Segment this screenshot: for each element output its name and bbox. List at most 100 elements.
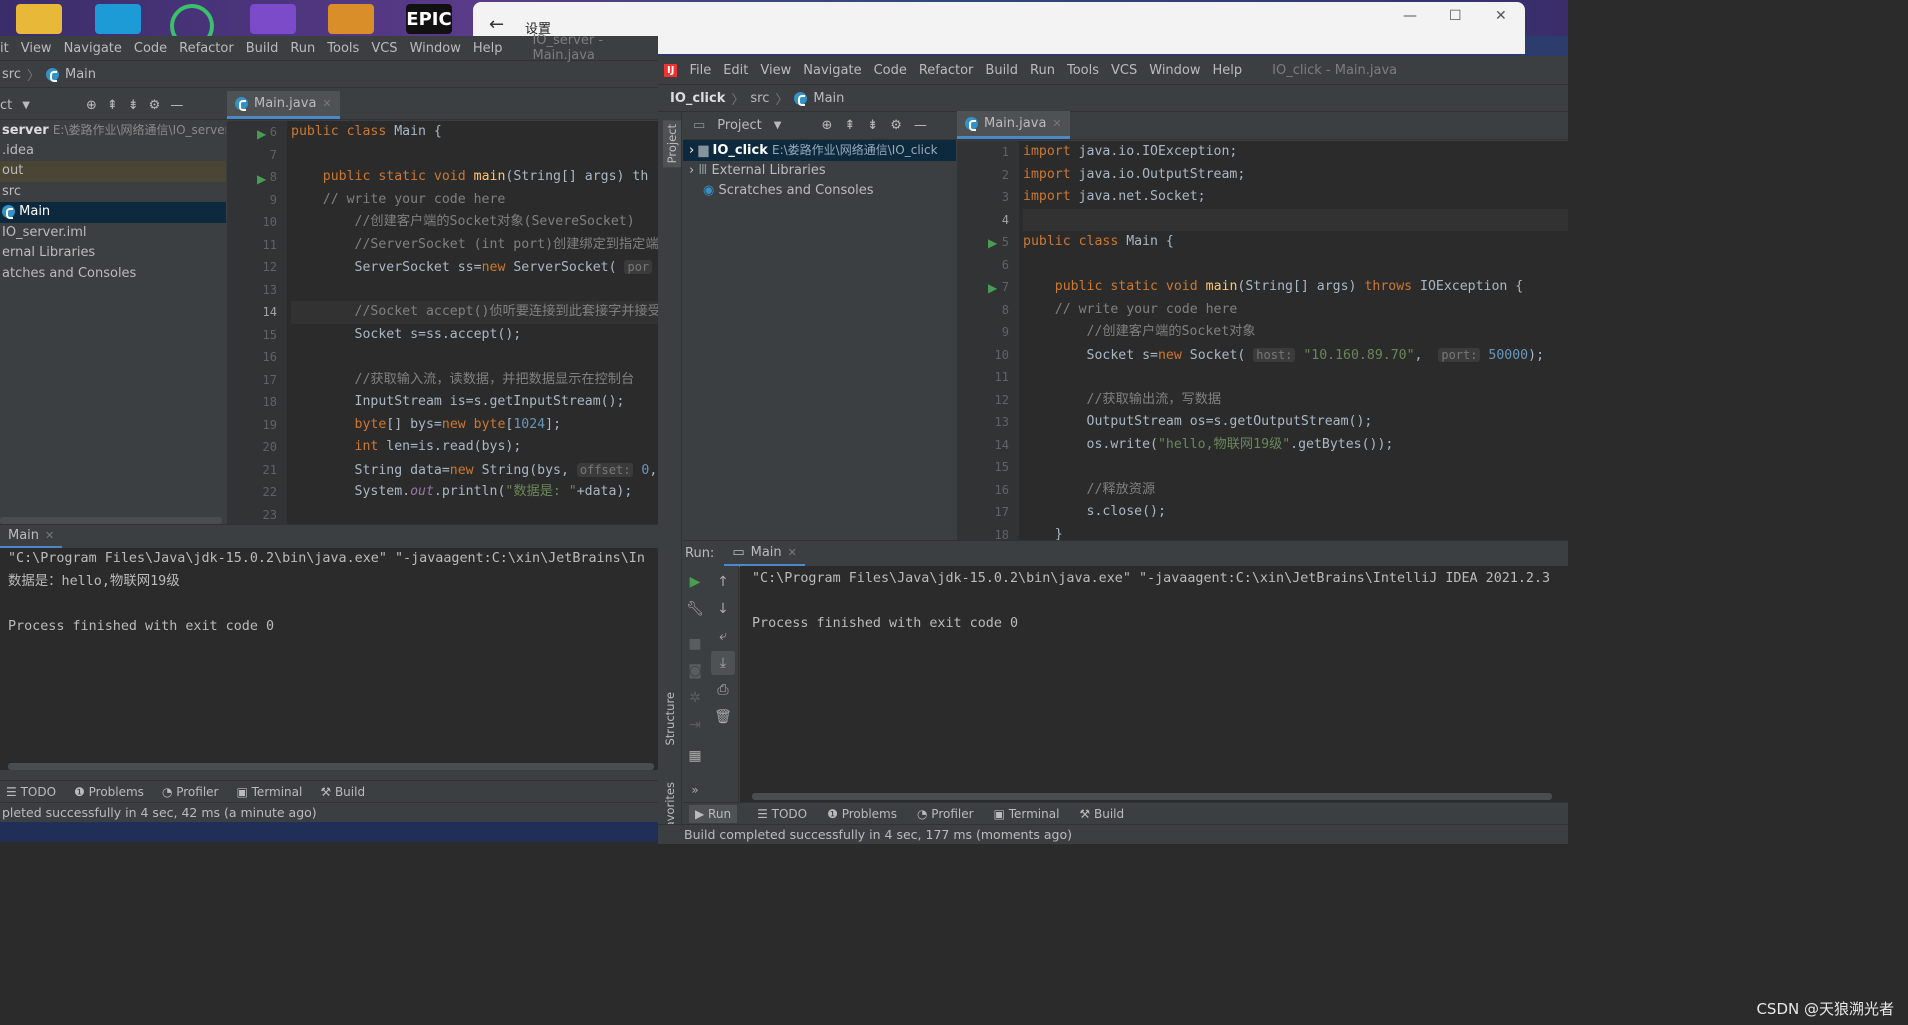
menu-run[interactable]: Run xyxy=(284,41,321,56)
project-tool-button[interactable]: Project xyxy=(663,120,681,168)
menu-help[interactable]: Help xyxy=(467,41,509,56)
tree-item-scratches[interactable]: atches and Consoles xyxy=(0,264,226,285)
run-main-icon[interactable]: ▶ xyxy=(988,281,997,295)
tree-item-project-root[interactable]: › ▆ IO_click E:\娄路作业\网络通信\IO_click xyxy=(683,140,956,161)
visual-studio-icon[interactable] xyxy=(250,4,296,34)
build-tab[interactable]: ⚒ Build xyxy=(1079,807,1124,821)
tab-main-java[interactable]: Main.java ✕ xyxy=(957,111,1070,139)
menu-help[interactable]: Help xyxy=(1207,63,1249,78)
up-arrow-icon[interactable]: ↑ xyxy=(711,570,735,594)
hide-icon[interactable]: — xyxy=(170,98,183,113)
maximize-button[interactable]: ☐ xyxy=(1449,8,1462,24)
run-console[interactable]: "C:\Program Files\Java\jdk-15.0.2\bin\ja… xyxy=(0,548,658,770)
tree-item-external-libraries[interactable]: ernal Libraries xyxy=(0,243,226,264)
menu-build[interactable]: Build xyxy=(240,41,285,56)
close-tab-icon[interactable]: ✕ xyxy=(45,529,54,542)
chevron-right-icon[interactable]: › xyxy=(689,143,698,158)
menu-navigate[interactable]: Navigate xyxy=(797,63,867,78)
problems-tab[interactable]: ❶ Problems xyxy=(827,807,897,821)
menu-refactor[interactable]: Refactor xyxy=(913,63,980,78)
structure-tool-button[interactable]: Structure xyxy=(663,692,677,746)
close-button[interactable]: ✕ xyxy=(1495,8,1507,24)
menu-code[interactable]: Code xyxy=(868,63,913,78)
trash-icon[interactable]: 🗑︎ xyxy=(711,705,735,729)
menu-window[interactable]: Window xyxy=(404,41,467,56)
breadcrumb-src[interactable]: src xyxy=(750,91,769,106)
rerun-icon[interactable]: ▶ xyxy=(683,570,707,594)
menu-tools[interactable]: Tools xyxy=(321,41,365,56)
chevron-down-icon[interactable]: ▼ xyxy=(774,120,782,131)
close-tab-icon[interactable]: ✕ xyxy=(322,97,331,110)
horizontal-scrollbar[interactable] xyxy=(752,793,1552,800)
exit-icon[interactable]: ⇥ xyxy=(683,713,707,737)
terminal-tab[interactable]: ▣ Terminal xyxy=(994,807,1060,821)
app-icon[interactable] xyxy=(95,4,141,34)
chevron-down-icon[interactable]: ▼ xyxy=(22,100,30,111)
tree-item-scratches[interactable]: ◉ Scratches and Consoles xyxy=(683,181,956,202)
gear-icon[interactable]: ⚙ xyxy=(149,98,161,113)
run-class-icon[interactable]: ▶ xyxy=(988,236,997,250)
back-arrow-icon[interactable]: ← xyxy=(489,14,504,35)
epic-games-icon[interactable]: EPIC xyxy=(406,4,452,34)
chevron-right-icon[interactable]: › xyxy=(689,163,698,178)
expand-all-icon[interactable]: ⇞ xyxy=(844,118,855,133)
menu-refactor[interactable]: Refactor xyxy=(173,41,240,56)
todo-tab[interactable]: ☰ TODO xyxy=(6,785,56,799)
debug-icon[interactable]: ✲ xyxy=(683,686,707,710)
close-tab-icon[interactable]: ✕ xyxy=(1052,117,1061,130)
menu-vcs[interactable]: VCS xyxy=(1105,63,1143,78)
menu-view[interactable]: View xyxy=(15,41,58,56)
locate-icon[interactable]: ⊕ xyxy=(86,98,97,113)
menu-vcs[interactable]: VCS xyxy=(365,41,403,56)
tree-item-out[interactable]: out xyxy=(0,161,226,182)
tree-item-main[interactable]: Main xyxy=(0,202,226,223)
run-tab-main[interactable]: Main ✕ xyxy=(0,525,63,549)
horizontal-scrollbar[interactable] xyxy=(8,763,654,770)
hide-icon[interactable]: — xyxy=(914,118,927,133)
print-icon[interactable]: ⎙ xyxy=(711,678,735,702)
scroll-to-end-icon[interactable]: ⤓ xyxy=(711,651,735,675)
code-editor[interactable]: import java.io.IOException; import java.… xyxy=(1019,141,1568,540)
down-arrow-icon[interactable]: ↓ xyxy=(711,597,735,621)
layout-icon[interactable]: ▦ xyxy=(683,744,707,768)
tab-main-java[interactable]: Main.java ✕ xyxy=(227,91,340,119)
collapse-all-icon[interactable]: ⇟ xyxy=(867,118,878,133)
profiler-tab[interactable]: ◔ Profiler xyxy=(162,785,219,799)
menu-file[interactable]: File xyxy=(683,63,717,78)
project-selector[interactable]: Project xyxy=(717,118,761,133)
stop-icon[interactable]: ■ xyxy=(683,632,707,656)
wrench-icon[interactable]: 🔧︎ xyxy=(683,597,707,621)
menu-navigate[interactable]: Navigate xyxy=(58,41,128,56)
breadcrumb-main[interactable]: Main xyxy=(65,67,96,82)
tree-item-external-libraries[interactable]: › Ⅲ External Libraries xyxy=(683,161,956,182)
more-icon[interactable]: » xyxy=(683,778,707,802)
run-main-icon[interactable]: ▶ xyxy=(257,172,266,186)
terminal-tab[interactable]: ▣ Terminal xyxy=(236,785,302,799)
camera-icon[interactable]: ◙ xyxy=(683,659,707,683)
breadcrumb-project[interactable]: IO_click xyxy=(670,91,725,106)
menu-window[interactable]: Window xyxy=(1143,63,1206,78)
menu-run[interactable]: Run xyxy=(1024,63,1061,78)
menu-edit[interactable]: Edit xyxy=(717,63,754,78)
close-tab-icon[interactable]: ✕ xyxy=(788,546,797,559)
menu-build[interactable]: Build xyxy=(979,63,1024,78)
menu-view[interactable]: View xyxy=(754,63,797,78)
game-icon[interactable] xyxy=(328,4,374,34)
expand-all-icon[interactable]: ⇞ xyxy=(107,98,118,113)
soft-wrap-icon[interactable]: ⤶ xyxy=(711,624,735,648)
tree-item-project-root[interactable]: server E:\娄路作业\网络通信\IO_server xyxy=(0,120,226,141)
locate-icon[interactable]: ⊕ xyxy=(821,118,832,133)
code-editor[interactable]: public class Main { public static void m… xyxy=(287,121,658,524)
tree-item-src[interactable]: src xyxy=(0,182,226,203)
gear-icon[interactable]: ⚙ xyxy=(890,118,902,133)
menu-tools[interactable]: Tools xyxy=(1061,63,1105,78)
profiler-tab[interactable]: ◔ Profiler xyxy=(917,807,974,821)
problems-tab[interactable]: ❶ Problems xyxy=(74,785,144,799)
folder-icon[interactable] xyxy=(16,4,62,34)
collapse-all-icon[interactable]: ⇟ xyxy=(128,98,139,113)
menu-edit[interactable]: it xyxy=(0,41,15,56)
run-tab-main[interactable]: ▭ Main ✕ xyxy=(724,541,805,567)
todo-tab[interactable]: ☰ TODO xyxy=(757,807,807,821)
run-console[interactable]: "C:\Program Files\Java\jdk-15.0.2\bin\ja… xyxy=(740,566,1568,802)
breadcrumb-src[interactable]: src xyxy=(2,67,21,82)
